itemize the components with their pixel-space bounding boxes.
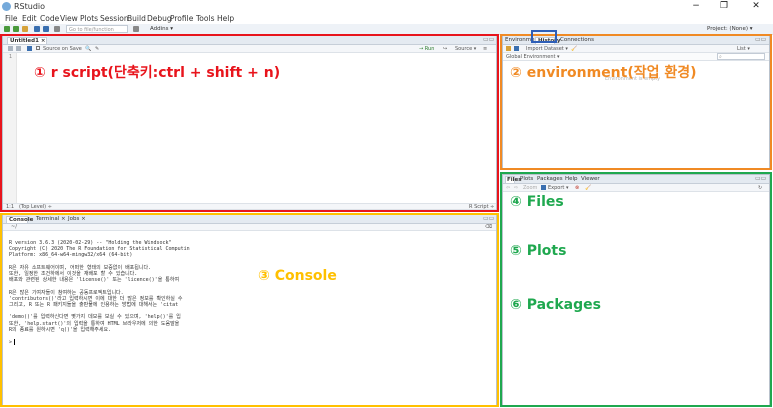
new-project-icon[interactable] [13,26,19,32]
history-tab-highlight [531,30,557,43]
new-file-icon[interactable] [4,26,10,32]
close-button[interactable]: ✕ [744,0,768,13]
files-annotation: ④ Files [510,194,564,210]
print-icon[interactable] [54,26,60,32]
menu-tools[interactable]: Tools [196,13,214,24]
script-annotation: ① r script(단축키:ctrl + shift + n) [34,65,281,81]
open-file-icon[interactable] [22,26,28,32]
plots-annotation: ⑤ Plots [510,243,567,259]
menu-edit[interactable]: Edit [22,13,37,24]
environment-annotation: ② environment(작업 환경) [510,65,697,81]
menu-build[interactable]: Build [127,13,146,24]
menu-profile[interactable]: Profile [170,13,193,24]
environment-highlight-box [500,34,772,170]
menu-plots[interactable]: Plots [80,13,98,24]
project-menu[interactable]: Project: (None) ▾ [707,24,753,34]
menu-session[interactable]: Session [100,13,129,24]
console-annotation: ③ Console [258,268,337,284]
console-highlight-box [0,213,499,407]
menu-debug[interactable]: Debug [147,13,172,24]
menu-file[interactable]: File [5,13,18,24]
menu-help[interactable]: Help [217,13,234,24]
grid-icon[interactable] [133,26,139,32]
save-icon[interactable] [34,26,40,32]
addins-menu[interactable]: Addins ▾ [150,24,173,34]
script-highlight-box [0,34,499,212]
menu-bar: File Edit Code View Plots Session Build … [0,13,773,24]
goto-file-input[interactable]: Go to file/function [66,25,128,33]
menu-code[interactable]: Code [40,13,59,24]
packages-annotation: ⑥ Packages [510,297,601,313]
window-title: RStudio [14,2,46,11]
maximize-button[interactable]: ❐ [712,0,736,13]
minimize-button[interactable]: − [684,0,708,13]
rstudio-logo-icon [2,2,11,11]
save-all-icon[interactable] [43,26,49,32]
title-bar: RStudio − ❐ ✕ [0,0,773,13]
menu-view[interactable]: View [60,13,78,24]
